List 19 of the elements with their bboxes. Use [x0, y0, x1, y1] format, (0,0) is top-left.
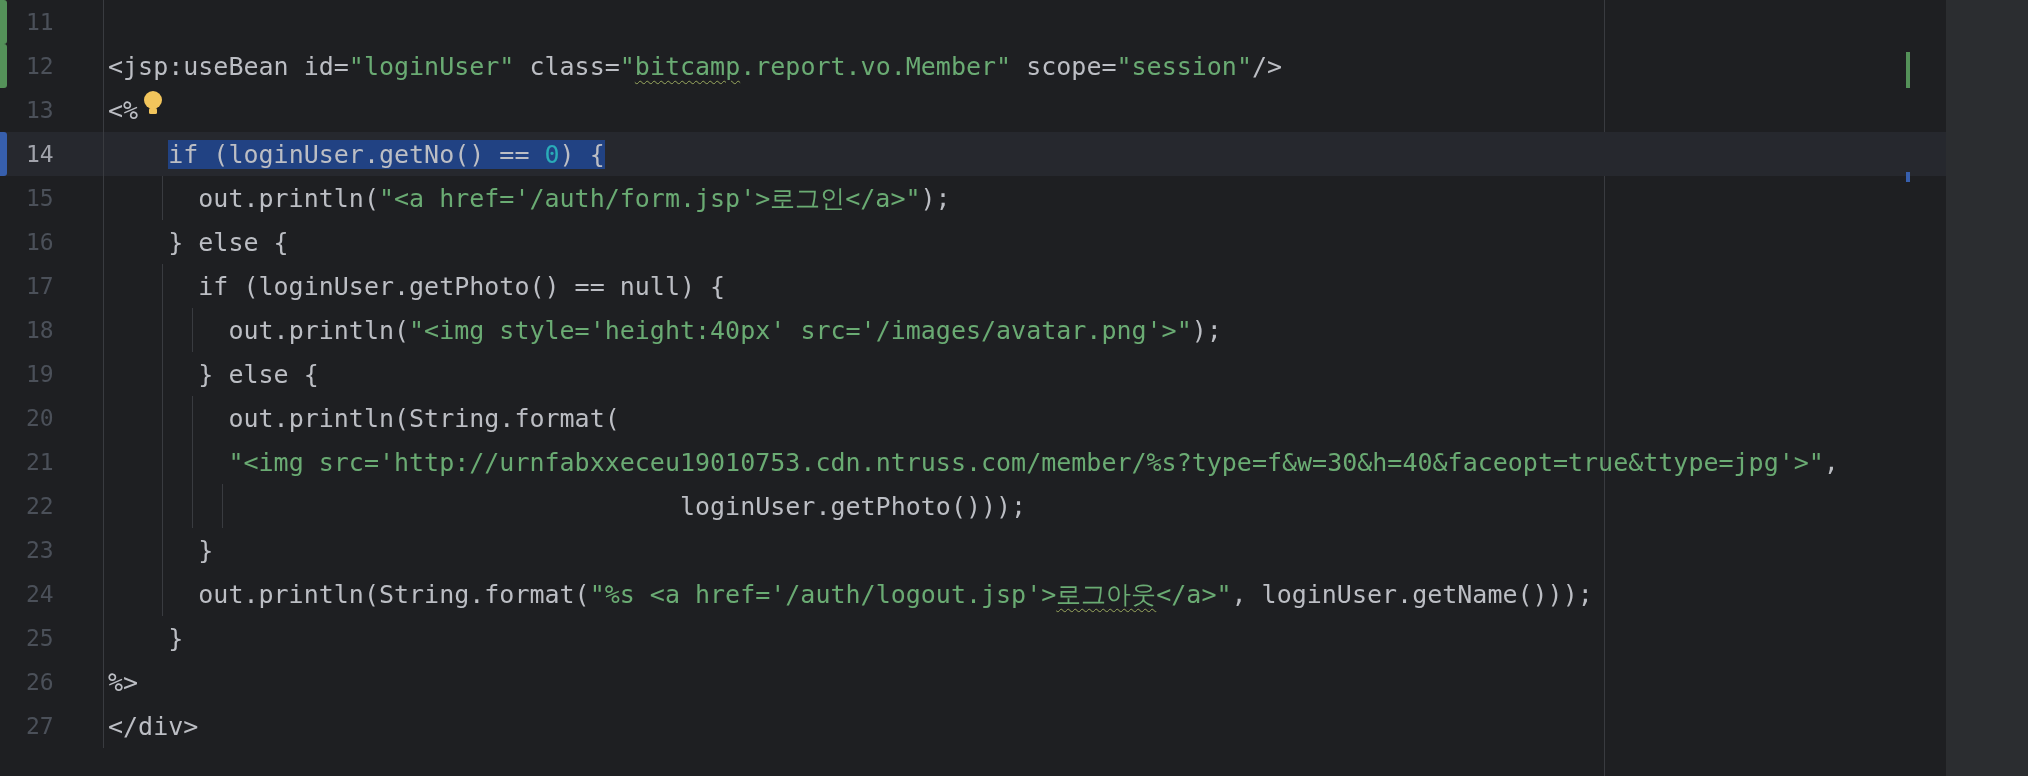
- code-line: }: [168, 623, 184, 653]
- code-line: %>: [108, 667, 139, 697]
- code-line: loginUser.getPhoto()));: [679, 491, 1027, 521]
- change-stripe: [1906, 52, 1910, 88]
- change-stripe: [1906, 172, 1910, 182]
- code-line: <%: [108, 95, 139, 125]
- code-line: } else {: [198, 359, 319, 389]
- line-number: 14: [26, 141, 54, 167]
- code-line: out.println("<img style='height:40px' src='/images/avatar.png'>");: [228, 315, 1222, 345]
- code-line: out.println("<a href='/auth/form.jsp'>로그인</a>");: [198, 182, 951, 215]
- code-line: out.println(String.format(: [228, 403, 620, 433]
- code-line: "<img src='http://urnfabxxeceu19010753.cdn.ntruss.com/member/%s?type=f&w=30&h=40&faceopt=true&ttype=jpg'>",: [228, 447, 1839, 477]
- code-line: }: [198, 535, 214, 565]
- code-line: out.println(String.format("%s <a href='/auth/logout.jsp'>로그아웃</a>", loginUser.getName()));: [198, 578, 1593, 611]
- lightbulb-icon[interactable]: [142, 90, 164, 116]
- code-line: </div>: [108, 711, 199, 741]
- code-line: <jsp:useBean id="loginUser" class="bitcamp.report.vo.Member" scope="session"/>: [108, 51, 1283, 81]
- code-line: if (loginUser.getPhoto() == null) {: [198, 271, 726, 301]
- code-line: } else {: [168, 227, 289, 257]
